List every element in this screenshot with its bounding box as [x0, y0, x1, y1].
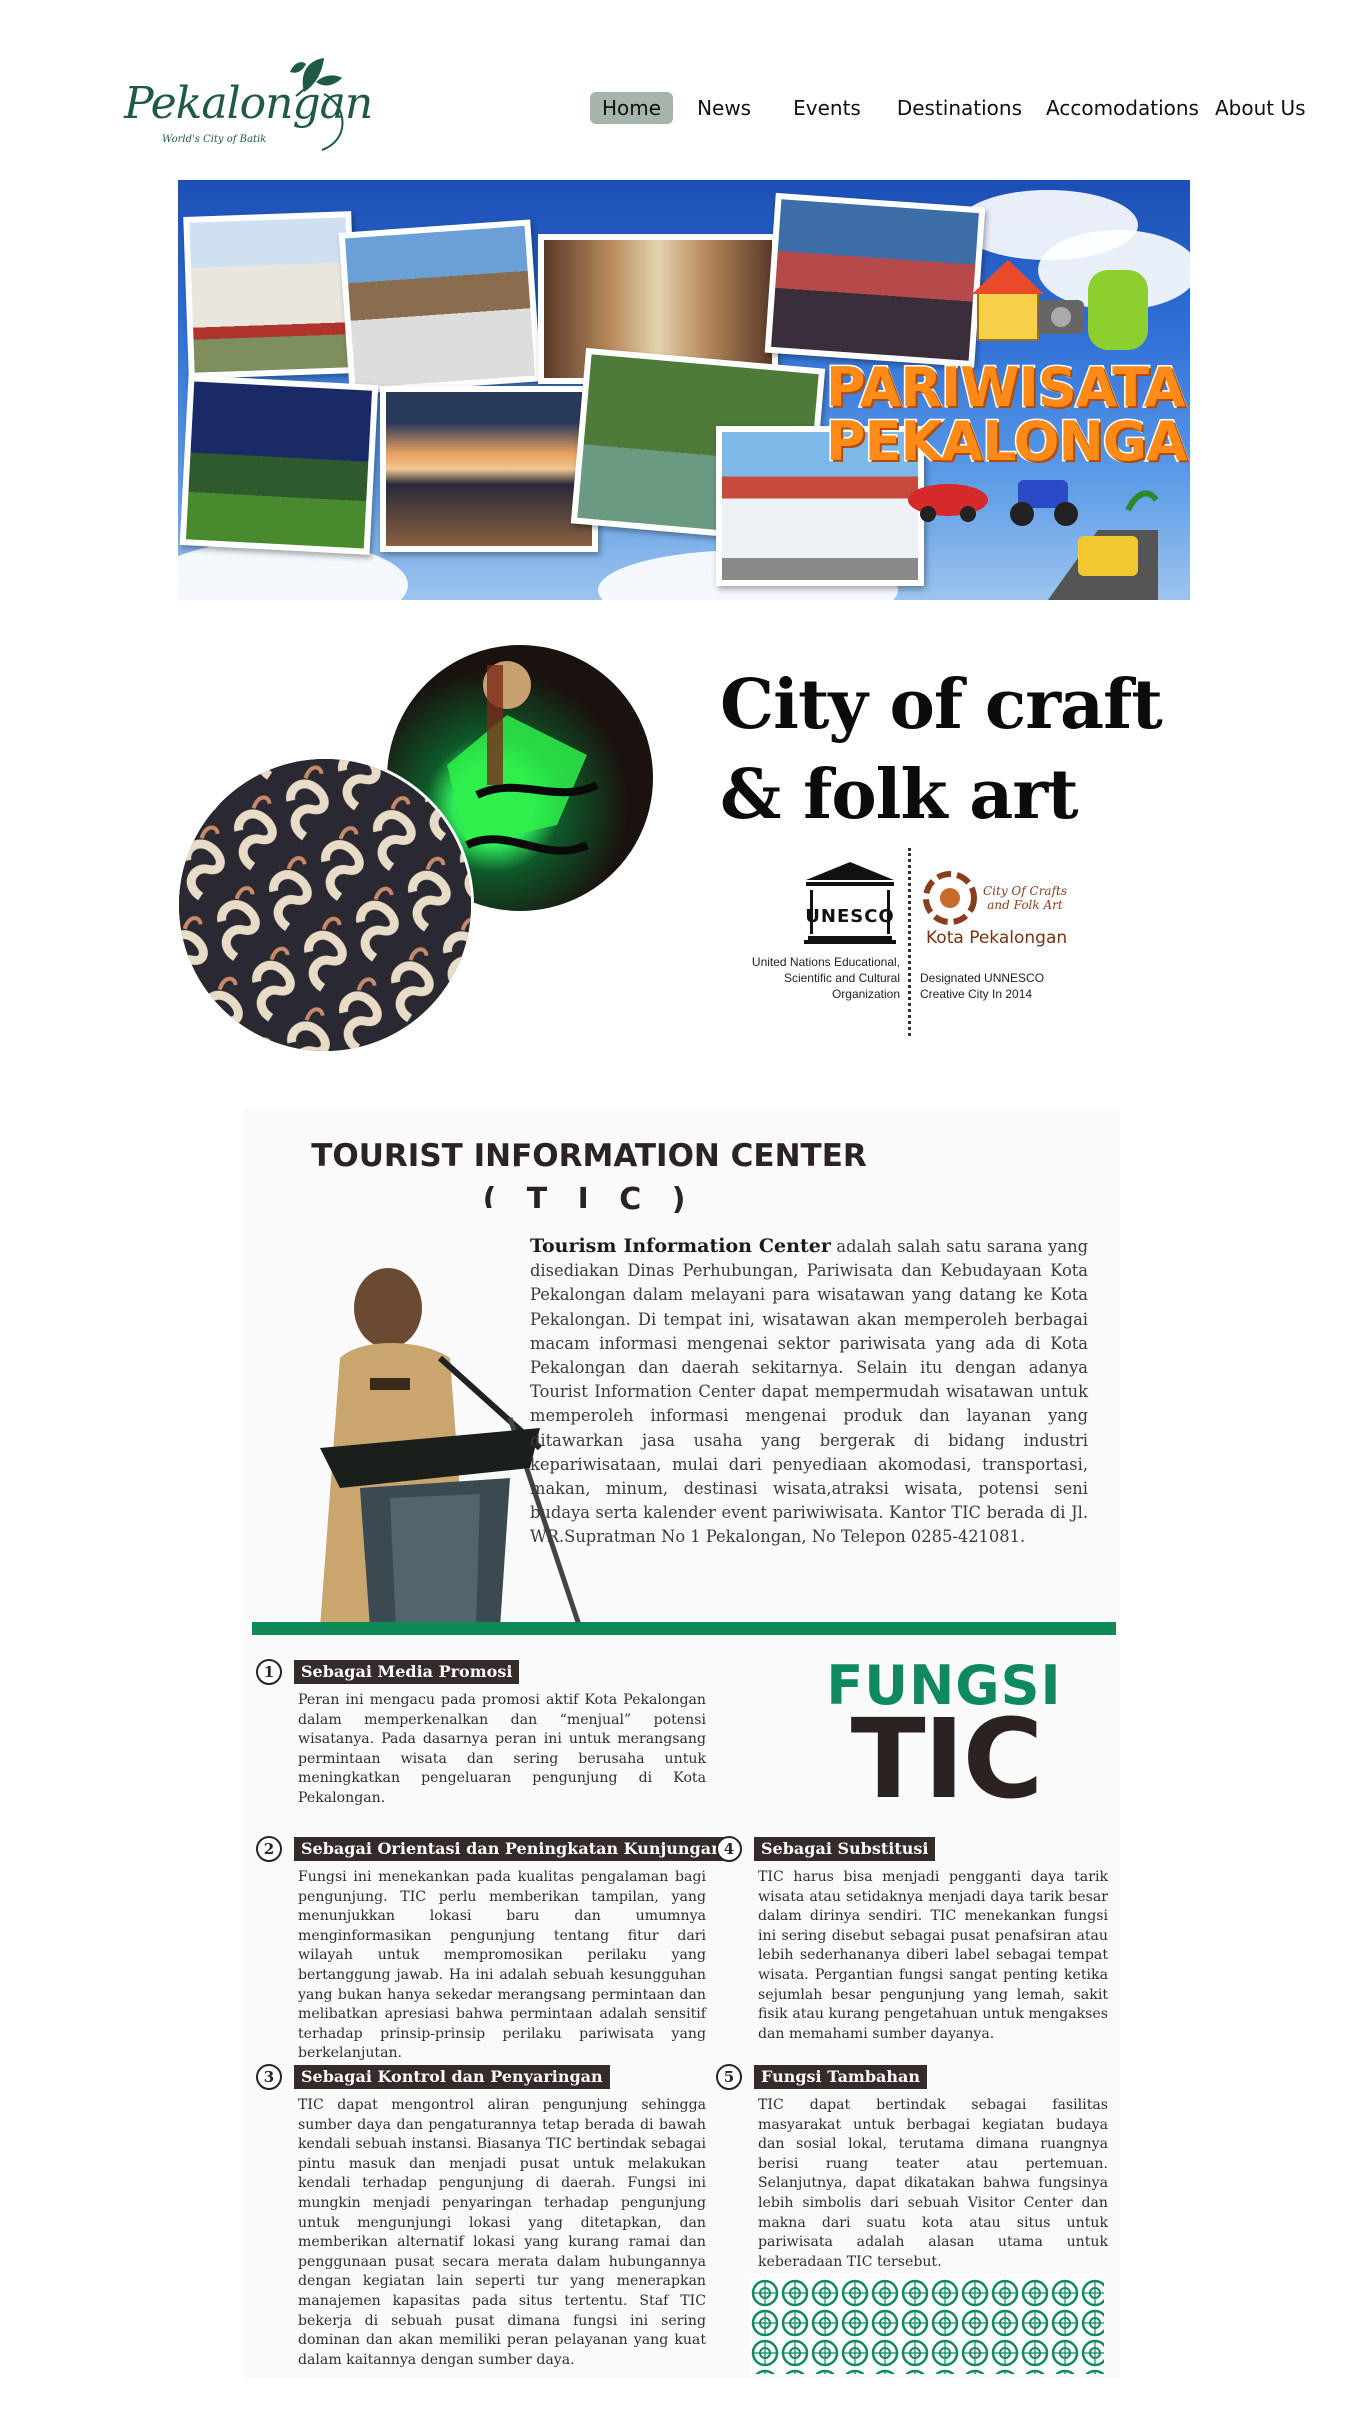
tic-intro-body: adalah salah satu sarana yang disediakan…	[530, 1237, 1088, 1547]
craft-kota-text: Kota Pekalongan	[926, 928, 1068, 948]
unesco-badge: UNESCO United Nations Educational, Scien…	[740, 848, 1100, 1038]
tic-heading: TOURIST INFORMATION CENTER	[311, 1138, 867, 1174]
function-body: TIC harus bisa menjadi pengganti daya ta…	[758, 1869, 1108, 2042]
craft-city-text: City Of Crafts and Folk Art	[982, 884, 1068, 912]
function-title: Sebagai Kontrol dan Penyaringan	[294, 2065, 610, 2089]
tic-poster: TOURIST INFORMATION CENTER ( T I C ) Tou…	[244, 1108, 1120, 2378]
main-nav: Home News Events Destinations Accomodati…	[590, 92, 1318, 124]
tic-intro: Tourism Information Center adalah salah …	[530, 1234, 1088, 1550]
function-title: Fungsi Tambahan	[754, 2065, 928, 2089]
function-title: Sebagai Orientasi dan Peningkatan Kunjun…	[294, 1837, 730, 1861]
travel-icons	[972, 260, 1148, 350]
nav-about-us[interactable]: About Us	[1203, 92, 1318, 124]
function-number: 1	[256, 1659, 282, 1685]
site-logo[interactable]: Pekalongan World's City of Batik	[124, 52, 373, 164]
tic-lead: Tourism Information Center	[530, 1235, 831, 1257]
site-header: Pekalongan World's City of Batik Home Ne…	[0, 0, 1366, 170]
function-body: TIC dapat mengontrol aliran pengunjung s…	[298, 2097, 706, 2368]
batik-circle	[176, 756, 474, 1054]
hero-title-line2: PEKALONGAN	[825, 409, 1191, 475]
function-title: Sebagai Substitusi	[754, 1837, 936, 1861]
vehicle-icons	[908, 480, 1158, 600]
function-body: Peran ini mengacu pada promosi aktif Kot…	[298, 1692, 706, 1806]
photo-crowd	[338, 219, 542, 395]
function-number: 2	[256, 1836, 282, 1862]
nav-events[interactable]: Events	[781, 92, 873, 124]
unesco-name: UNESCO	[805, 906, 894, 927]
unesco-temple-icon: UNESCO	[804, 862, 896, 944]
function-body: TIC dapat bertindak sebagai fasilitas ma…	[758, 2097, 1108, 2270]
unesco-divider	[908, 848, 911, 1036]
batik-ornament	[750, 2278, 1104, 2374]
nav-destinations[interactable]: Destinations	[885, 92, 1034, 124]
batik-pattern	[179, 759, 471, 1051]
nav-news[interactable]: News	[685, 92, 763, 124]
photo-night-street	[764, 192, 986, 368]
tic-big-heading: TIC	[850, 1695, 1044, 1823]
function-number: 3	[256, 2064, 282, 2090]
designated-text: Designated UNNESCO Creative City In 2014	[920, 971, 1045, 1001]
photo-sunset	[380, 386, 598, 552]
hero-banner: PARIWISATA PEKALONGAN	[178, 180, 1190, 600]
function-title: Sebagai Media Promosi	[294, 1660, 520, 1684]
logo-swirl	[321, 93, 344, 151]
logo-tagline: World's City of Batik	[162, 134, 267, 145]
unesco-label: United Nations Educational, Scientific a…	[751, 955, 900, 1001]
craft-city-icon	[923, 871, 977, 925]
green-divider	[252, 1622, 1116, 1635]
craft-heading: City of craft & folk art	[720, 665, 1163, 835]
function-number: 5	[716, 2064, 742, 2090]
photo-batik-sign	[179, 375, 379, 555]
nav-accomodations[interactable]: Accomodations	[1034, 92, 1211, 124]
nav-home[interactable]: Home	[590, 92, 674, 124]
function-number: 4	[716, 1836, 742, 1862]
photo-museum	[183, 211, 357, 379]
function-body: Fungsi ini menekankan pada kualitas peng…	[298, 1869, 706, 2062]
